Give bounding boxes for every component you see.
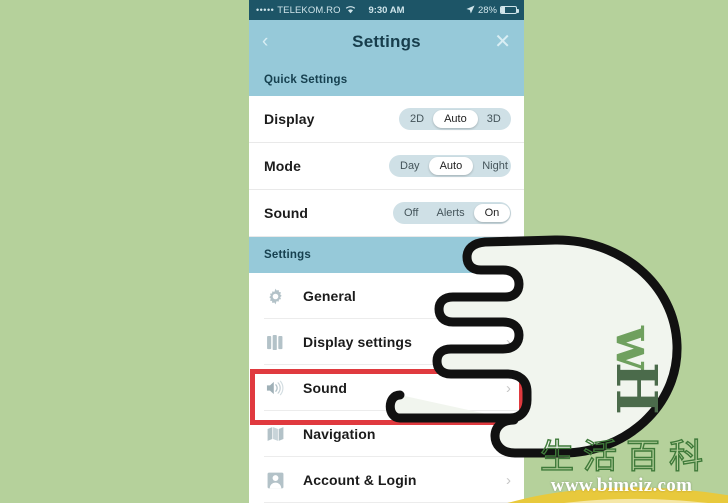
- segment-night[interactable]: Night: [473, 157, 517, 175]
- status-right-group: 28%: [466, 4, 519, 16]
- wifi-icon: [345, 5, 356, 16]
- watermark: 生活百科 www.bimeiz.com: [519, 437, 724, 497]
- gear-icon: [264, 286, 286, 306]
- quick-settings-header: Quick Settings: [249, 63, 524, 96]
- battery-icon: [500, 6, 519, 14]
- sidebar-item-label: General: [303, 288, 356, 304]
- page-title: Settings: [352, 31, 421, 51]
- segment-auto[interactable]: Auto: [428, 157, 474, 175]
- segment-3d[interactable]: 3D: [478, 110, 510, 128]
- quick-setting-row-mode: Mode Day Auto Night: [249, 143, 524, 190]
- segment-auto[interactable]: Auto: [433, 110, 478, 128]
- speaker-icon: [264, 378, 286, 398]
- battery-percent-label: 28%: [477, 4, 497, 16]
- location-arrow-icon: [466, 4, 475, 16]
- sidebar-item-label: Account & Login: [303, 472, 417, 488]
- watermark-chinese-text: 生活百科: [539, 437, 712, 477]
- mode-segmented-control[interactable]: Day Auto Night: [389, 155, 511, 177]
- screenshot-canvas: ••••• TELEKOM.RO 9:30 AM 28% ‹ Settings: [0, 0, 728, 503]
- segment-2d[interactable]: 2D: [401, 110, 433, 128]
- carrier-label: TELEKOM.RO: [277, 4, 341, 16]
- segment-on[interactable]: On: [473, 204, 511, 222]
- sidebar-item-label: Navigation: [303, 426, 376, 442]
- segment-off[interactable]: Off: [395, 204, 427, 222]
- signal-dots-icon: •••••: [256, 5, 275, 15]
- quick-setting-row-sound: Sound Off Alerts On: [249, 190, 524, 237]
- sound-segmented-control[interactable]: Off Alerts On: [393, 202, 511, 224]
- sidebar-item-label: Sound: [303, 380, 348, 396]
- status-bar: ••••• TELEKOM.RO 9:30 AM 28%: [249, 0, 524, 20]
- close-icon[interactable]: ✕: [494, 32, 511, 52]
- map-icon: [264, 424, 286, 444]
- segment-day[interactable]: Day: [391, 157, 429, 175]
- navigation-bar: ‹ Settings ✕: [249, 20, 524, 63]
- display-segmented-control[interactable]: 2D Auto 3D: [399, 108, 511, 130]
- row-label: Display: [264, 111, 315, 127]
- sidebar-item-label: Display settings: [303, 334, 412, 350]
- chevron-left-icon[interactable]: ‹: [262, 32, 268, 51]
- quick-setting-row-display: Display 2D Auto 3D: [249, 96, 524, 143]
- display-icon: [264, 332, 286, 352]
- row-label: Mode: [264, 158, 301, 174]
- segment-alerts[interactable]: Alerts: [427, 204, 473, 222]
- row-label: Sound: [264, 205, 309, 221]
- watermark-url: www.bimeiz.com: [550, 475, 693, 496]
- svg-text:H: H: [603, 362, 669, 415]
- user-icon: [264, 470, 286, 490]
